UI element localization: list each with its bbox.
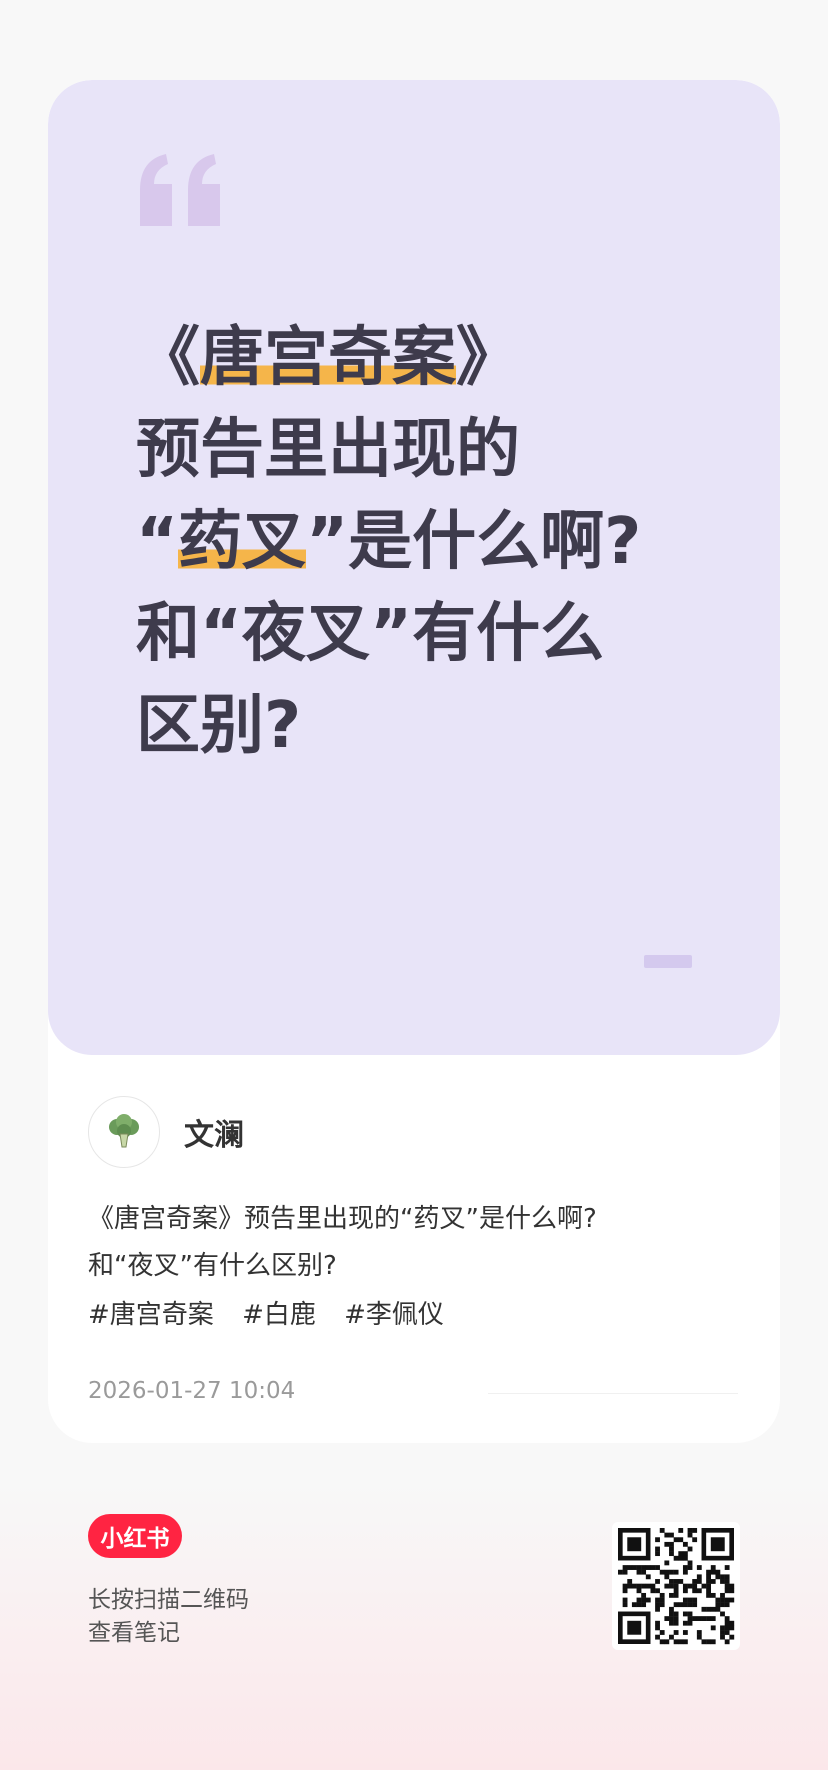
quote-icon (140, 154, 220, 226)
note-description: 《唐宫奇案》预告里出现的“药叉”是什么啊? 和“夜叉”有什么区别? (88, 1196, 728, 1290)
headline-line: 区别? (136, 689, 302, 763)
note-cover[interactable]: 《唐宫奇案》 预告里出现的 “药叉”是什么啊? 和“夜叉”有什么 区别? (48, 80, 780, 1055)
decorative-dash (644, 955, 692, 968)
qr-code[interactable] (612, 1522, 740, 1650)
headline-highlight: 药叉 (178, 505, 307, 579)
scan-instruction-line: 查看笔记 (88, 1620, 180, 1646)
tag-list: #唐宫奇案 #白鹿 #李佩仪 (88, 1294, 464, 1331)
hashtag[interactable]: #白鹿 (242, 1300, 316, 1330)
description-line: 《唐宫奇案》预告里出现的“药叉”是什么啊? (88, 1204, 597, 1234)
divider (488, 1393, 738, 1394)
scan-instruction-line: 长按扫描二维码 (88, 1587, 249, 1613)
author-avatar[interactable] (88, 1096, 160, 1168)
scan-instruction: 长按扫描二维码 查看笔记 (88, 1584, 249, 1650)
headline-line: 《唐宫奇案》 (136, 321, 520, 395)
headline-highlight: 唐宫奇案 (200, 321, 456, 395)
headline-line: “药叉”是什么啊? (136, 505, 642, 579)
cover-headline: 《唐宫奇案》 预告里出现的 “药叉”是什么啊? 和“夜叉”有什么 区别? (136, 312, 736, 772)
broccoli-icon (109, 1114, 139, 1148)
post-timestamp: 2026-01-27 10:04 (88, 1378, 296, 1404)
hashtag[interactable]: #李佩仪 (344, 1300, 444, 1330)
qr-code-icon (618, 1528, 735, 1645)
xiaohongshu-logo: 小红书 (88, 1514, 182, 1558)
description-line: 和“夜叉”有什么区别? (88, 1251, 337, 1281)
headline-line: 预告里出现的 (136, 413, 520, 487)
hashtag[interactable]: #唐宫奇案 (88, 1300, 214, 1330)
headline-line: 和“夜叉”有什么 (136, 597, 605, 671)
note-card[interactable]: 《唐宫奇案》 预告里出现的 “药叉”是什么啊? 和“夜叉”有什么 区别? 文澜 … (48, 80, 780, 1443)
author-name[interactable]: 文澜 (184, 1110, 244, 1154)
